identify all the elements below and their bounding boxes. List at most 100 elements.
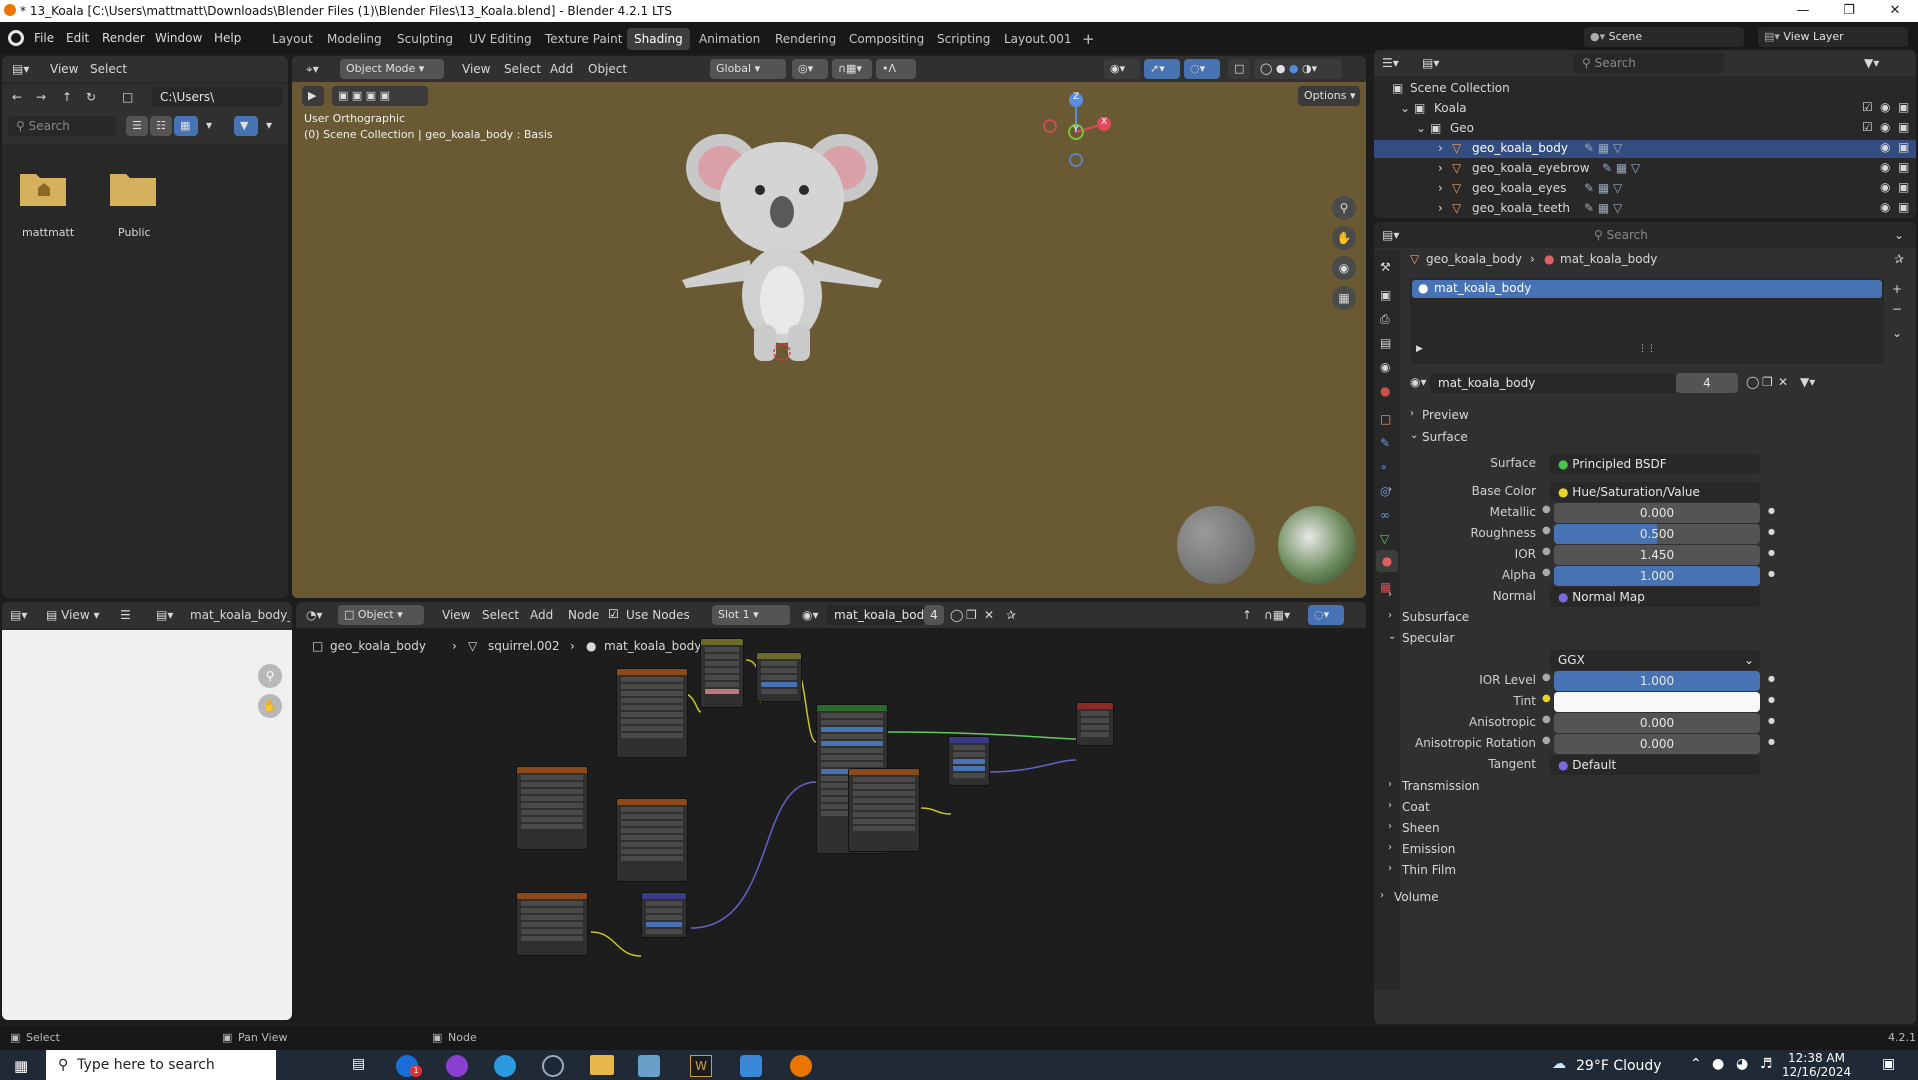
hamburger-icon[interactable]: ☰ (120, 608, 131, 622)
outliner-row-geo[interactable]: ⌄ ▣ Geo ☑ ◉ ▣ (1374, 120, 1916, 138)
wow-app-icon[interactable]: W (690, 1055, 712, 1077)
tray-chevron-icon[interactable]: ⌃ (1690, 1056, 1702, 1072)
fb-menu-view[interactable]: View (50, 62, 78, 76)
material-user-count[interactable]: 4 (1676, 373, 1738, 393)
thumbnails-view-icon[interactable]: ▦ (174, 116, 198, 136)
zoom-icon[interactable]: ⚲ (1332, 196, 1356, 220)
camera-icon[interactable]: ▣ (1898, 180, 1909, 194)
image-texture-node-roughness[interactable] (616, 798, 688, 882)
socket-icon[interactable]: ● (1542, 567, 1551, 578)
chevron-down-icon[interactable]: ⌄ (1894, 228, 1904, 242)
tab-animation[interactable]: Animation (692, 28, 767, 50)
parent-dir-icon[interactable]: ↑ (62, 90, 72, 104)
socket-icon[interactable]: ● (1542, 672, 1551, 683)
list-expand-icon[interactable]: ▶ (1416, 344, 1423, 354)
folder-item-mattmatt[interactable]: mattmatt (18, 168, 74, 239)
menu-render[interactable]: Render (102, 31, 145, 45)
blender-app-icon[interactable] (790, 1055, 812, 1077)
pivot-icon[interactable]: ◎▾ (792, 59, 828, 79)
fb-search-input[interactable]: ⚲ Search (8, 116, 116, 136)
forward-arrow-icon[interactable]: → (36, 90, 46, 104)
tab-modeling[interactable]: Modeling (320, 28, 389, 50)
section-volume[interactable]: › Volume (1380, 888, 1870, 908)
keyframe-dot-icon[interactable]: ● (1768, 506, 1775, 515)
modifier-tab-icon[interactable]: ✎ (1380, 436, 1390, 450)
outliner-search-input[interactable]: ⚲ Search (1574, 53, 1724, 73)
display-mode-icon[interactable]: ▤▾ (1422, 56, 1439, 70)
hand-pan-icon[interactable]: ✋ (258, 694, 282, 718)
visibility-icon[interactable]: ◉▾ (1104, 59, 1140, 79)
fake-user-shield-icon[interactable]: ◯ (1746, 375, 1759, 389)
chevron-right-icon[interactable]: › (1438, 181, 1443, 195)
image-browse-icon[interactable]: ▤▾ (156, 608, 173, 622)
toolbar-toggle-icon[interactable]: ▶ (302, 86, 324, 106)
view-layer-tab-icon[interactable]: ▤ (1380, 336, 1391, 350)
list-view-icon[interactable]: ☰ (126, 116, 148, 136)
app-icon[interactable] (638, 1055, 660, 1077)
tab-scripting[interactable]: Scripting (930, 28, 997, 50)
ior-field[interactable]: 1.450 (1554, 545, 1760, 565)
socket-icon[interactable]: ● (1542, 546, 1551, 557)
anisotropic-rotation-field[interactable]: 0.000 (1554, 734, 1760, 754)
tab-shading[interactable]: Shading (627, 28, 690, 50)
filter-chevron-icon[interactable]: ▾ (266, 118, 272, 132)
gizmo-toggle-icon[interactable]: ➚▾ (1144, 59, 1180, 79)
tab-compositing[interactable]: Compositing (842, 28, 931, 50)
checkbox-icon[interactable]: ☑ (1862, 120, 1873, 134)
tab-layout[interactable]: Layout (265, 28, 320, 50)
tab-layout-001[interactable]: Layout.001 (997, 28, 1079, 50)
section-specular[interactable]: ⌄ Specular (1388, 629, 1868, 649)
material-shading-icon[interactable]: ● (1289, 62, 1299, 75)
image-texture-node-metallic[interactable] (516, 766, 588, 850)
menu-edit[interactable]: Edit (66, 31, 89, 45)
particles-tab-icon[interactable]: ∘ (1380, 460, 1388, 474)
roughness-slider[interactable]: 0.500 (1554, 524, 1760, 544)
volume-icon[interactable]: ♬ (1760, 1056, 1773, 1072)
normal-field[interactable]: ● Normal Map (1550, 587, 1760, 607)
keyframe-dot-icon[interactable]: ● (1768, 716, 1775, 725)
keyframe-dot-icon[interactable]: ● (1768, 548, 1775, 557)
menu-window[interactable]: Window (155, 31, 202, 45)
data-tab-icon[interactable]: ▽ (1380, 532, 1389, 546)
chevron-right-icon[interactable]: › (1438, 161, 1443, 175)
ior-level-slider[interactable]: 1.000 (1554, 671, 1760, 691)
proportional-edit-icon[interactable]: •Λ (876, 59, 916, 79)
camera-icon[interactable]: ◉ (1332, 256, 1356, 280)
output-tab-icon[interactable]: ⎙ (1380, 312, 1390, 327)
wifi-icon[interactable]: ◕ (1736, 1056, 1748, 1072)
material-slot-item[interactable]: ● mat_koala_body (1412, 280, 1882, 298)
mix-node[interactable] (700, 638, 744, 708)
section-subsurface[interactable]: › Subsurface (1388, 608, 1868, 628)
filter-icon[interactable]: ▼▾ (1864, 56, 1879, 70)
eye-icon[interactable]: ◉ (1880, 120, 1890, 134)
normal-map-node[interactable] (641, 892, 687, 938)
tab-rendering[interactable]: Rendering (768, 28, 843, 50)
shading-modes[interactable]: ◯ ● ● ◑▾ (1254, 59, 1342, 79)
chevron-right-icon[interactable]: › (1388, 484, 1392, 495)
steam-app-icon[interactable] (542, 1055, 564, 1077)
close-button[interactable]: ✕ (1872, 0, 1918, 22)
image-canvas[interactable] (2, 630, 292, 1020)
section-transmission[interactable]: › Transmission (1388, 777, 1868, 797)
socket-icon[interactable]: ● (1542, 714, 1551, 725)
filter-icon[interactable]: ▼ (234, 116, 258, 136)
pin-icon[interactable]: ✰ (1894, 252, 1904, 266)
outliner-editor-icon[interactable]: ☰▾ (1382, 56, 1399, 70)
eye-icon[interactable]: ◉ (1880, 100, 1890, 114)
properties-editor-icon[interactable]: ▤▾ (1382, 228, 1399, 242)
surface-shader-field[interactable]: ● Principled BSDF (1550, 454, 1760, 474)
add-slot-icon[interactable]: + (1892, 282, 1902, 296)
outliner-row-geo-koala-eyes[interactable]: › ▽ geo_koala_eyes ✎ ▦ ▽ ◉ ▣ (1374, 180, 1916, 198)
overlay-toggle-icon[interactable]: ◌▾ (1184, 59, 1220, 79)
outliner-row-scene-collection[interactable]: ▣ Scene Collection (1374, 80, 1916, 98)
render-tab-icon[interactable]: ▣ (1380, 288, 1391, 302)
metallic-slider[interactable]: 0.000 (1554, 503, 1760, 523)
image-texture-node-basecolor[interactable] (616, 668, 688, 758)
socket-icon[interactable]: ● (1542, 735, 1551, 746)
image-texture-node-height[interactable] (848, 768, 920, 852)
add-workspace-button[interactable]: + (1075, 28, 1102, 50)
camera-icon[interactable]: ▣ (1898, 100, 1909, 114)
alpha-slider[interactable]: 1.000 (1554, 566, 1760, 586)
grid-icon[interactable]: ▦ (1332, 286, 1356, 310)
material-tab-icon[interactable]: ● (1376, 550, 1398, 572)
